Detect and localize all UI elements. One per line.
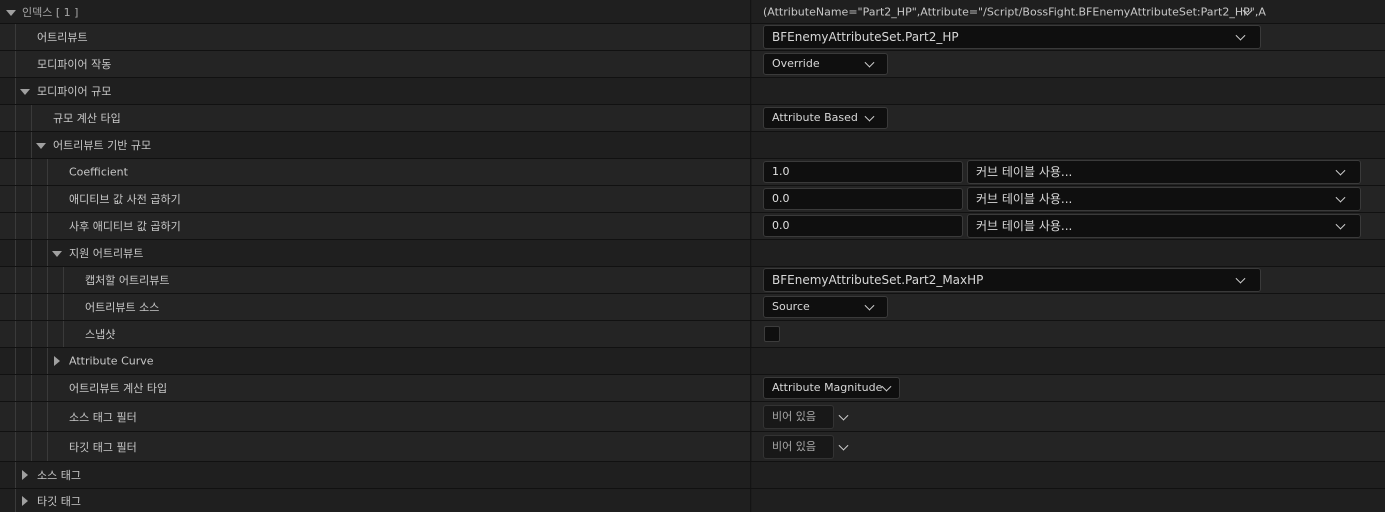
post-multiply-input[interactable]: 0.0 [763, 215, 963, 237]
source-tag-filter-row: 소스 태그 필터 비어 있음 [0, 402, 1385, 432]
chevron-down-icon[interactable] [838, 410, 849, 421]
attribute-calc-type-value: Attribute Magnitude [772, 381, 883, 394]
chevron-down-icon [1235, 30, 1246, 41]
backing-attribute-label: 지원 어트리뷰트 [69, 247, 144, 260]
coefficient-curve-value: 커브 테이블 사용... [976, 165, 1073, 179]
index-label: 인덱스 [ 1 ] [22, 5, 79, 19]
index-value-text: (AttributeName="Part2_HP",Attribute="/Sc… [763, 5, 1266, 18]
backing-attribute-row[interactable]: 지원 어트리뷰트 [0, 240, 1385, 267]
attribute-based-magnitude-label: 어트리뷰트 기반 규모 [53, 139, 152, 152]
pre-multiply-input[interactable]: 0.0 [763, 188, 963, 210]
attribute-source-row: 어트리뷰트 소스 Source [0, 294, 1385, 321]
magnitude-calc-type-value: Attribute Based [772, 111, 858, 124]
modifier-op-row: 모디파이어 작동 Override [0, 51, 1385, 78]
attribute-calc-type-row: 어트리뷰트 계산 타입 Attribute Magnitude [0, 375, 1385, 402]
snapshot-label: 스냅샷 [85, 328, 116, 341]
coefficient-curve-combo[interactable]: 커브 테이블 사용... [967, 160, 1361, 184]
snapshot-row: 스냅샷 [0, 321, 1385, 348]
coefficient-input[interactable]: 1.0 [763, 161, 963, 183]
modifier-op-combo[interactable]: Override [763, 53, 888, 75]
source-tags-row[interactable]: 소스 태그 [0, 462, 1385, 489]
post-multiply-label: 사후 애디티브 값 곱하기 [69, 220, 181, 233]
chevron-down-icon [1235, 273, 1246, 284]
post-multiply-curve-combo[interactable]: 커브 테이블 사용... [967, 214, 1361, 238]
collapse-arrow-icon[interactable] [22, 470, 28, 480]
attribute-source-combo[interactable]: Source [763, 296, 888, 318]
expand-arrow-icon[interactable] [20, 89, 30, 95]
collapse-arrow-icon[interactable] [54, 356, 60, 366]
pre-multiply-curve-value: 커브 테이블 사용... [976, 192, 1073, 206]
pre-multiply-curve-combo[interactable]: 커브 테이블 사용... [967, 187, 1361, 211]
pre-multiply-row: 애디티브 값 사전 곱하기 0.0 커브 테이블 사용... [0, 186, 1385, 213]
coefficient-label: Coefficient [69, 165, 128, 179]
attribute-curve-label: Attribute Curve [69, 354, 154, 368]
collapse-arrow-icon[interactable] [22, 495, 28, 506]
coefficient-row: Coefficient 1.0 커브 테이블 사용... [0, 159, 1385, 186]
chevron-down-icon [1335, 192, 1346, 203]
details-panel: 인덱스 [ 1 ] (AttributeName="Part2_HP",Attr… [0, 0, 1385, 512]
attribute-calc-type-label: 어트리뷰트 계산 타입 [69, 382, 168, 395]
attribute-curve-row[interactable]: Attribute Curve [0, 348, 1385, 375]
post-multiply-curve-value: 커브 테이블 사용... [976, 219, 1073, 233]
target-tag-filter-row: 타깃 태그 필터 비어 있음 [0, 432, 1385, 462]
pre-multiply-label: 애디티브 값 사전 곱하기 [69, 193, 181, 206]
chevron-down-icon[interactable] [838, 440, 849, 451]
attribute-calc-type-combo[interactable]: Attribute Magnitude [763, 377, 900, 399]
attribute-row: 어트리뷰트 BFEnemyAttributeSet.Part2_HP [0, 24, 1385, 51]
source-tag-filter-label: 소스 태그 필터 [69, 410, 137, 424]
magnitude-calc-type-label: 규모 계산 타입 [53, 112, 121, 125]
attribute-combo[interactable]: BFEnemyAttributeSet.Part2_HP [763, 25, 1261, 49]
capture-attribute-value: BFEnemyAttributeSet.Part2_MaxHP [772, 273, 984, 287]
attribute-source-label: 어트리뷰트 소스 [85, 301, 160, 314]
chevron-down-icon [864, 111, 875, 122]
expand-arrow-icon[interactable] [6, 9, 16, 16]
modifier-magnitude-row[interactable]: 모디파이어 규모 [0, 78, 1385, 105]
attribute-source-value: Source [772, 300, 810, 313]
magnitude-calc-type-combo[interactable]: Attribute Based [763, 107, 888, 129]
modifier-op-label: 모디파이어 작동 [37, 58, 112, 71]
attribute-value: BFEnemyAttributeSet.Part2_HP [772, 30, 959, 44]
chevron-down-icon [1335, 165, 1346, 176]
target-tag-filter-box[interactable]: 비어 있음 [763, 434, 834, 459]
modifier-op-value: Override [772, 57, 820, 70]
capture-attribute-row: 캡처할 어트리뷰트 BFEnemyAttributeSet.Part2_MaxH… [0, 267, 1385, 294]
chevron-down-icon [1335, 219, 1346, 230]
index-row[interactable]: 인덱스 [ 1 ] (AttributeName="Part2_HP",Attr… [0, 0, 1385, 24]
target-tags-label: 타깃 태그 [37, 494, 81, 508]
chevron-down-icon [864, 300, 875, 311]
expand-arrow-icon[interactable] [52, 251, 62, 257]
capture-attribute-combo[interactable]: BFEnemyAttributeSet.Part2_MaxHP [763, 268, 1261, 292]
source-tag-filter-box[interactable]: 비어 있음 [763, 404, 834, 429]
post-multiply-row: 사후 애디티브 값 곱하기 0.0 커브 테이블 사용... [0, 213, 1385, 240]
magnitude-calc-type-row: 규모 계산 타입 Attribute Based [0, 105, 1385, 132]
target-tag-filter-label: 타깃 태그 필터 [69, 440, 137, 454]
chevron-down-icon [864, 57, 875, 68]
expand-arrow-icon[interactable] [36, 143, 46, 149]
attribute-label: 어트리뷰트 [37, 31, 88, 44]
snapshot-checkbox[interactable] [764, 326, 780, 342]
attribute-based-magnitude-row[interactable]: 어트리뷰트 기반 규모 [0, 132, 1385, 159]
target-tags-row[interactable]: 타깃 태그 [0, 489, 1385, 512]
source-tags-label: 소스 태그 [37, 469, 81, 482]
modifier-magnitude-label: 모디파이어 규모 [37, 85, 112, 98]
capture-attribute-label: 캡처할 어트리뷰트 [85, 274, 170, 287]
chevron-down-icon [881, 381, 892, 392]
